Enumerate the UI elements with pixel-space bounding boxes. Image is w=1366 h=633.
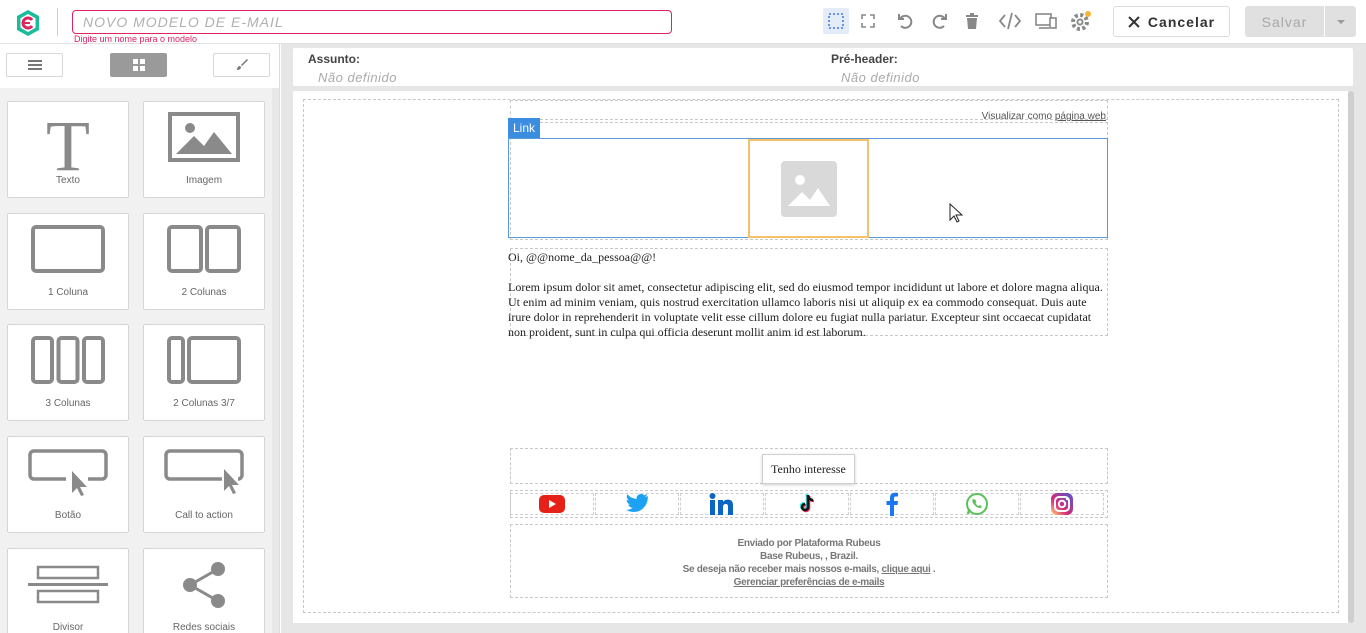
- rows-icon: [27, 60, 42, 70]
- two-columns-37-icon: [167, 336, 241, 384]
- tab-rows[interactable]: [6, 53, 63, 77]
- brush-icon: [236, 59, 248, 70]
- instagram-icon: [1051, 493, 1073, 515]
- one-column-icon: [31, 225, 105, 273]
- email-canvas[interactable]: Visualizar como página web Link Oi, @@no…: [293, 91, 1348, 623]
- block-label: Imagem: [185, 175, 223, 186]
- cancel-button[interactable]: Cancelar: [1113, 6, 1230, 37]
- block-button[interactable]: Botão: [7, 436, 129, 533]
- block-text[interactable]: T Texto: [7, 101, 129, 198]
- close-icon: [1128, 15, 1140, 28]
- unsubscribe-link[interactable]: clique aqui: [881, 564, 930, 575]
- block-call-to-action[interactable]: Call to action: [143, 436, 265, 533]
- linkedin-icon: [709, 493, 733, 515]
- cancel-label: Cancelar: [1147, 13, 1216, 30]
- selected-image-block[interactable]: [508, 138, 1108, 238]
- fullscreen-icon[interactable]: [855, 8, 881, 34]
- button-icon: [28, 449, 108, 496]
- redo-icon[interactable]: [927, 8, 953, 34]
- view-web-text: Visualizar como página web: [981, 111, 1106, 122]
- template-name-input[interactable]: [72, 10, 672, 34]
- canvas-scrollbar[interactable]: [1348, 91, 1354, 623]
- block-two-columns-37[interactable]: 2 Colunas 3/7: [143, 324, 265, 421]
- block-three-columns[interactable]: 3 Colunas: [7, 324, 129, 421]
- save-dropdown-button[interactable]: [1325, 6, 1356, 37]
- trash-icon[interactable]: [959, 8, 985, 34]
- settings-icon[interactable]: [1068, 8, 1094, 34]
- preheader-value[interactable]: Não definido: [841, 70, 920, 85]
- tab-style[interactable]: [213, 53, 270, 77]
- share-icon: [183, 562, 225, 608]
- block-label: Redes sociais: [172, 622, 236, 633]
- undo-icon[interactable]: [892, 8, 918, 34]
- chevron-down-icon: [1336, 19, 1345, 24]
- text-icon: T: [46, 110, 90, 176]
- cta-button[interactable]: Tenho interesse: [762, 454, 855, 484]
- footer-unsubscribe: Se deseja não receber mais nossos e-mail…: [682, 564, 936, 575]
- social-whatsapp[interactable]: [935, 493, 1019, 515]
- two-columns-icon: [167, 225, 241, 273]
- sidebar-tabs: [0, 44, 279, 88]
- mouse-cursor-icon: [949, 203, 963, 223]
- header-divider: [57, 8, 58, 36]
- footer-address: Base Rubeus, , Brazil.: [760, 551, 858, 562]
- social-youtube[interactable]: [510, 493, 594, 515]
- greeting-text: Oi, @@nome_da_pessoa@@!: [508, 250, 657, 264]
- view-web-link[interactable]: página web: [1055, 111, 1106, 122]
- tab-blocks[interactable]: [110, 53, 167, 77]
- three-columns-icon: [31, 336, 105, 384]
- social-tiktok[interactable]: [765, 493, 849, 515]
- responsive-preview-icon[interactable]: [1033, 8, 1059, 34]
- manage-preferences-link[interactable]: Gerenciar preferências de e-mails: [734, 577, 885, 588]
- link-tag: Link: [508, 118, 541, 138]
- block-label: Texto: [56, 175, 80, 186]
- image-icon: [168, 112, 240, 162]
- divider-icon: [28, 565, 108, 604]
- svg-text:T: T: [46, 110, 90, 176]
- body-text: Lorem ipsum dolor sit amet, consectetur …: [508, 280, 1103, 339]
- call-to-action-icon: [164, 449, 244, 494]
- subject-value[interactable]: Não definido: [318, 70, 397, 85]
- block-label: 2 Colunas: [181, 287, 227, 298]
- blocks-sidebar: T Texto Imagem 1 Coluna 2 Colunas 3 Colu…: [0, 44, 280, 633]
- email-text-block[interactable]: Oi, @@nome_da_pessoa@@! Lorem ipsum dolo…: [508, 250, 1108, 355]
- code-icon[interactable]: [997, 8, 1023, 34]
- template-name-hint: Digite um nome para o modelo: [74, 34, 198, 44]
- block-label: Call to action: [175, 510, 233, 521]
- sidebar-scrollbar[interactable]: [272, 88, 279, 633]
- whatsapp-icon: [966, 493, 988, 515]
- select-outline-icon[interactable]: [823, 8, 849, 34]
- email-meta-bar: Assunto: Não definido Pré-header: Não de…: [293, 48, 1353, 86]
- save-button[interactable]: Salvar: [1245, 6, 1324, 37]
- block-label: Divisor: [52, 622, 84, 633]
- tiktok-icon: [799, 493, 815, 513]
- blocks-icon: [132, 59, 145, 71]
- social-linkedin[interactable]: [680, 493, 764, 515]
- block-label: Botão: [54, 510, 82, 521]
- block-image[interactable]: Imagem: [143, 101, 265, 198]
- block-label: 2 Colunas 3/7: [173, 398, 235, 409]
- block-one-column[interactable]: 1 Coluna: [7, 213, 129, 310]
- social-twitter[interactable]: [595, 493, 679, 515]
- rubeus-logo-icon[interactable]: [14, 9, 42, 37]
- email-footer: Enviado por Plataforma Rubeus Base Rubeu…: [510, 537, 1108, 589]
- image-placeholder[interactable]: [748, 139, 869, 238]
- social-instagram[interactable]: [1020, 493, 1104, 515]
- image-placeholder-icon: [780, 160, 837, 217]
- block-divider[interactable]: Divisor: [7, 548, 129, 633]
- youtube-icon: [539, 495, 565, 513]
- email-body: Visualizar como página web Link Oi, @@no…: [508, 100, 1108, 598]
- block-label: 3 Colunas: [45, 398, 91, 409]
- block-two-columns[interactable]: 2 Colunas: [143, 213, 265, 310]
- subject-label: Assunto:: [308, 52, 360, 66]
- top-bar: Digite um nome para o modelo Cancelar Sa…: [0, 0, 1366, 44]
- twitter-icon: [626, 494, 648, 512]
- block-social[interactable]: Redes sociais: [143, 548, 265, 633]
- editor-main: Assunto: Não definido Pré-header: Não de…: [281, 44, 1366, 633]
- block-label: 1 Coluna: [47, 287, 89, 298]
- preheader-label: Pré-header:: [831, 52, 898, 66]
- footer-sender: Enviado por Plataforma Rubeus: [737, 538, 881, 549]
- social-facebook[interactable]: [850, 492, 934, 516]
- facebook-icon: [886, 492, 898, 516]
